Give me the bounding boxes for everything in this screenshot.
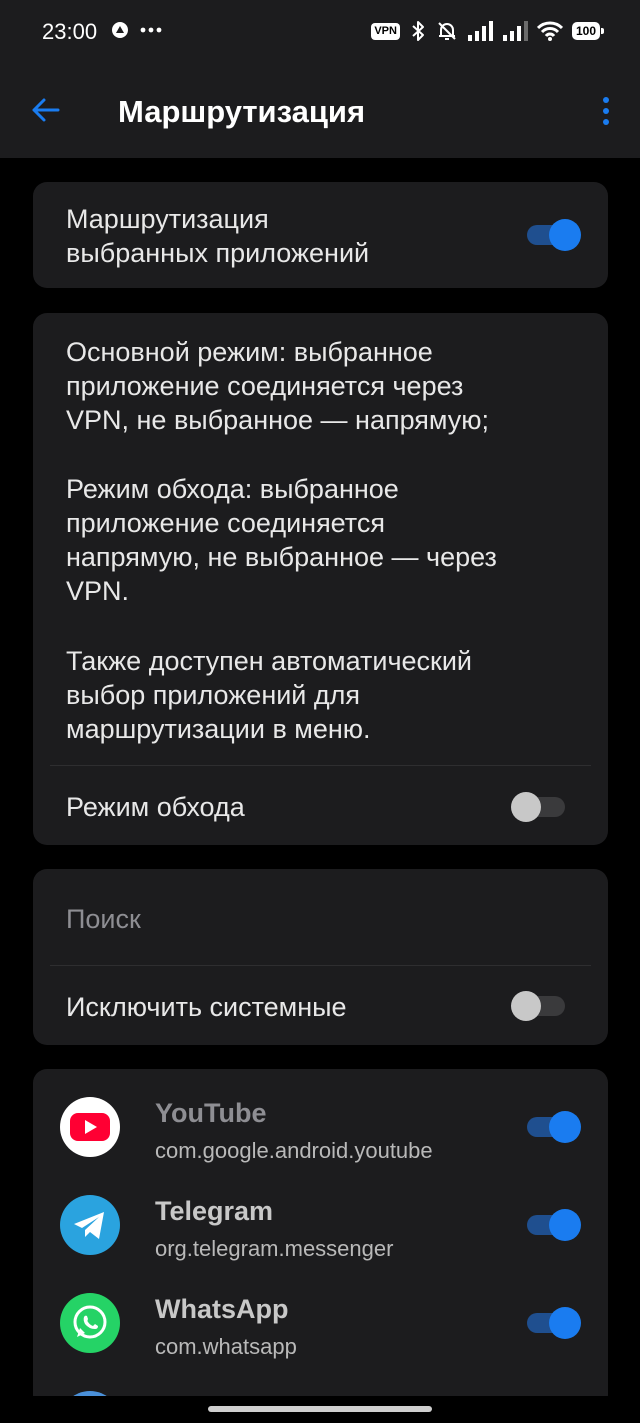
app-toggle[interactable] xyxy=(525,1205,581,1245)
youtube-icon xyxy=(60,1097,120,1157)
arrow-left-icon[interactable] xyxy=(30,94,62,126)
routing-label-line: выбранных приложений xyxy=(66,238,370,268)
divider xyxy=(50,965,591,966)
bypass-toggle[interactable] xyxy=(511,787,567,827)
list-item-youtube[interactable]: YouTube com.google.android.youtube xyxy=(33,1078,608,1176)
info-line: выбор приложений для xyxy=(66,680,361,710)
page-title: Маршрутизация xyxy=(118,94,366,129)
routing-label-line: Маршрутизация xyxy=(66,204,269,234)
info-card: Основной режим: выбранное приложение сое… xyxy=(33,313,608,845)
divider xyxy=(50,765,591,766)
status-left-icons xyxy=(110,20,162,40)
app-toggle[interactable] xyxy=(525,1107,581,1147)
navigation-bar xyxy=(0,1396,640,1423)
status-bar: 23:00 VPN 100 xyxy=(0,0,640,64)
exclude-system-label: Исключить системные xyxy=(66,992,347,1022)
whatsapp-icon xyxy=(60,1293,120,1353)
info-line: VPN, не выбранное — напрямую; xyxy=(66,405,490,435)
home-gesture-handle[interactable] xyxy=(208,1406,432,1412)
telegram-icon xyxy=(60,1195,120,1255)
bypass-label: Режим обхода xyxy=(66,792,245,822)
routing-card: Маршрутизация выбранных приложений xyxy=(33,182,608,288)
app-package: com.whatsapp xyxy=(155,1334,297,1359)
routing-toggle[interactable] xyxy=(525,215,581,255)
exclude-system-toggle[interactable] xyxy=(511,986,567,1026)
info-line: Основной режим: выбранное xyxy=(66,337,433,367)
app-name: WhatsApp xyxy=(155,1294,289,1324)
info-line: Также доступен автоматический xyxy=(66,646,473,676)
info-line: приложение соединяется xyxy=(66,508,385,538)
info-line: напрямую, не выбранное — через xyxy=(66,542,497,572)
app-package: org.telegram.messenger xyxy=(155,1236,394,1261)
bluetooth-icon xyxy=(412,21,424,41)
vpn-badge: VPN xyxy=(371,22,400,40)
more-vertical-icon[interactable] xyxy=(600,96,612,126)
info-line: VPN. xyxy=(66,576,130,606)
search-input[interactable]: Поиск xyxy=(66,902,141,936)
info-paragraph: Также доступен автоматический выбор прил… xyxy=(66,644,472,746)
app-list: YouTube com.google.android.youtube Teleg… xyxy=(33,1069,608,1409)
wifi-icon xyxy=(536,21,563,41)
app-name: YouTube xyxy=(155,1098,267,1128)
app-package: com.google.android.youtube xyxy=(155,1138,433,1163)
list-item-whatsapp[interactable]: WhatsApp com.whatsapp xyxy=(33,1274,608,1372)
info-paragraph: Режим обхода: выбранное приложение соеди… xyxy=(66,472,497,608)
routing-label: Маршрутизация выбранных приложений xyxy=(66,202,369,270)
app-toggle[interactable] xyxy=(525,1303,581,1343)
mute-bell-icon xyxy=(438,22,456,40)
info-line: маршрутизации в меню. xyxy=(66,714,371,744)
more-dots-icon xyxy=(140,27,162,33)
battery-indicator: 100 xyxy=(571,22,605,40)
list-item-telegram[interactable]: Telegram org.telegram.messenger xyxy=(33,1176,608,1274)
info-line: Режим обхода: выбранное xyxy=(66,474,399,504)
info-paragraph: Основной режим: выбранное приложение сое… xyxy=(66,335,489,437)
search-card: Поиск Исключить системные xyxy=(33,869,608,1045)
notification-circle-icon xyxy=(112,22,128,38)
info-line: приложение соединяется через xyxy=(66,371,464,401)
app-bar: Маршрутизация xyxy=(0,64,640,158)
app-name: Telegram xyxy=(155,1196,274,1226)
signal-icon xyxy=(467,21,493,41)
signal-icon xyxy=(502,21,528,41)
status-right-icons: VPN 100 xyxy=(371,20,605,42)
status-time: 23:00 xyxy=(42,19,98,44)
